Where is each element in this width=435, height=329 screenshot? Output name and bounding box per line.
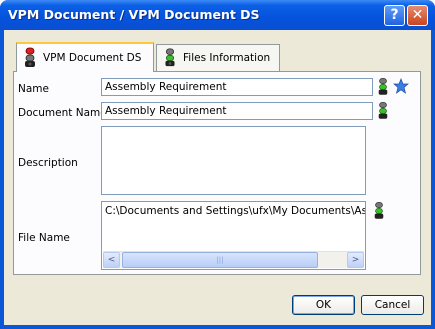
help-icon: ? <box>390 7 399 23</box>
tab-label: Files Information <box>183 52 271 64</box>
traffic-light-green-icon[interactable] <box>377 77 389 97</box>
traffic-light-green-icon[interactable] <box>377 101 389 121</box>
name-label: Name <box>18 83 49 95</box>
dialog-window: VPM Document / VPM Document DS ? ✕ VPM D… <box>0 0 435 329</box>
traffic-light-green-icon[interactable] <box>373 201 385 221</box>
cancel-button[interactable]: Cancel <box>361 295 424 315</box>
name-field[interactable]: Assembly Requirement <box>101 78 373 96</box>
ok-button[interactable]: OK <box>292 295 355 315</box>
title-bar[interactable]: VPM Document / VPM Document DS ? ✕ <box>0 0 435 30</box>
file-name-label: File Name <box>18 232 70 244</box>
window-title: VPM Document / VPM Document DS <box>8 7 260 22</box>
tab-label: VPM Document DS <box>43 52 142 64</box>
traffic-light-green-icon <box>165 48 175 67</box>
horizontal-scrollbar[interactable]: < ||| > <box>103 251 364 268</box>
document-name-label: Document Name <box>18 107 107 119</box>
help-button[interactable]: ? <box>384 5 405 26</box>
close-icon: ✕ <box>411 7 424 23</box>
file-name-field[interactable]: C:\Documents and Settings\ufx\My Documen… <box>101 201 366 270</box>
tab-files-information[interactable]: Files Information <box>156 44 280 71</box>
document-name-field[interactable]: Assembly Requirement <box>101 102 373 120</box>
chevron-right-icon: > <box>351 255 360 265</box>
dialog-body: VPM Document DS Files Information Name A… <box>4 30 431 325</box>
scroll-right-button[interactable]: > <box>347 252 364 268</box>
file-name-value: C:\Documents and Settings\ufx\My Documen… <box>105 205 365 217</box>
tab-vpm-document-ds[interactable]: VPM Document DS <box>16 42 154 72</box>
chevron-left-icon: < <box>107 255 116 265</box>
scroll-left-button[interactable]: < <box>103 252 120 268</box>
close-button[interactable]: ✕ <box>407 5 428 26</box>
scroll-grip: ||| <box>216 256 224 264</box>
traffic-light-red-icon <box>25 47 35 67</box>
description-label: Description <box>18 157 78 169</box>
tab-panel: Name Assembly Requirement Document Name … <box>13 71 421 275</box>
star-icon[interactable] <box>393 78 409 94</box>
scroll-thumb[interactable]: ||| <box>122 252 318 268</box>
description-field[interactable] <box>101 126 366 195</box>
